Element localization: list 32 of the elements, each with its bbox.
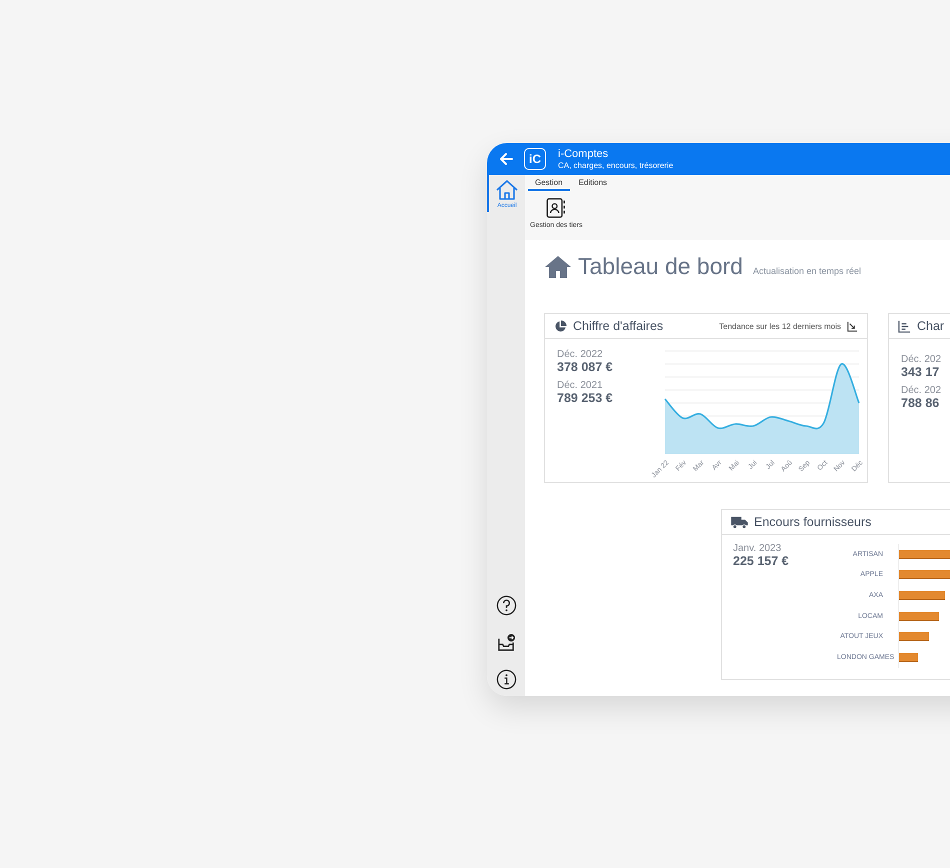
ribbon-tab[interactable]: Gestion xyxy=(528,177,570,191)
app-logo: iC xyxy=(524,148,546,170)
card-title: Char xyxy=(917,319,944,333)
ribbon-tab[interactable]: Editions xyxy=(572,177,614,191)
info-icon[interactable] xyxy=(496,669,516,690)
page-subtitle: Actualisation en temps réel xyxy=(752,266,862,276)
truck-icon xyxy=(731,516,748,528)
amount-value: 788 86 xyxy=(901,396,940,410)
card-title: Chiffre d'affaires xyxy=(573,319,664,333)
amount-value: 378 087 € xyxy=(557,360,614,374)
period-label: Déc. 202 xyxy=(901,354,942,365)
back-arrow-icon[interactable] xyxy=(498,151,514,167)
pie-chart-icon xyxy=(554,320,567,332)
help-icon[interactable] xyxy=(496,595,516,616)
period-label: Déc. 2022 xyxy=(557,349,604,360)
home-outline-icon[interactable] xyxy=(495,179,519,201)
trend-link[interactable]: Tendance sur les 12 derniers mois xyxy=(719,322,841,330)
card-title: Encours fournisseurs xyxy=(754,515,872,529)
app-title: i-Comptes xyxy=(558,148,610,160)
trend-down-icon[interactable] xyxy=(847,320,858,332)
amount-value: 343 17 xyxy=(901,365,940,379)
page-title: Tableau de bord xyxy=(578,253,743,280)
amount-value: 225 157 € xyxy=(733,554,790,568)
inbox-arrow-icon[interactable] xyxy=(496,633,516,652)
bar-chart-icon xyxy=(898,320,911,332)
home-icon xyxy=(544,254,572,278)
period-label: Déc. 2021 xyxy=(557,380,604,391)
amount-value: 789 253 € xyxy=(557,391,614,405)
period-label: Déc. 202 xyxy=(901,385,942,396)
period-label: Janv. 2023 xyxy=(733,543,782,554)
contact-book-icon[interactable] xyxy=(545,197,568,219)
app-subtitle: CA, charges, encours, trésorerie xyxy=(558,160,674,170)
